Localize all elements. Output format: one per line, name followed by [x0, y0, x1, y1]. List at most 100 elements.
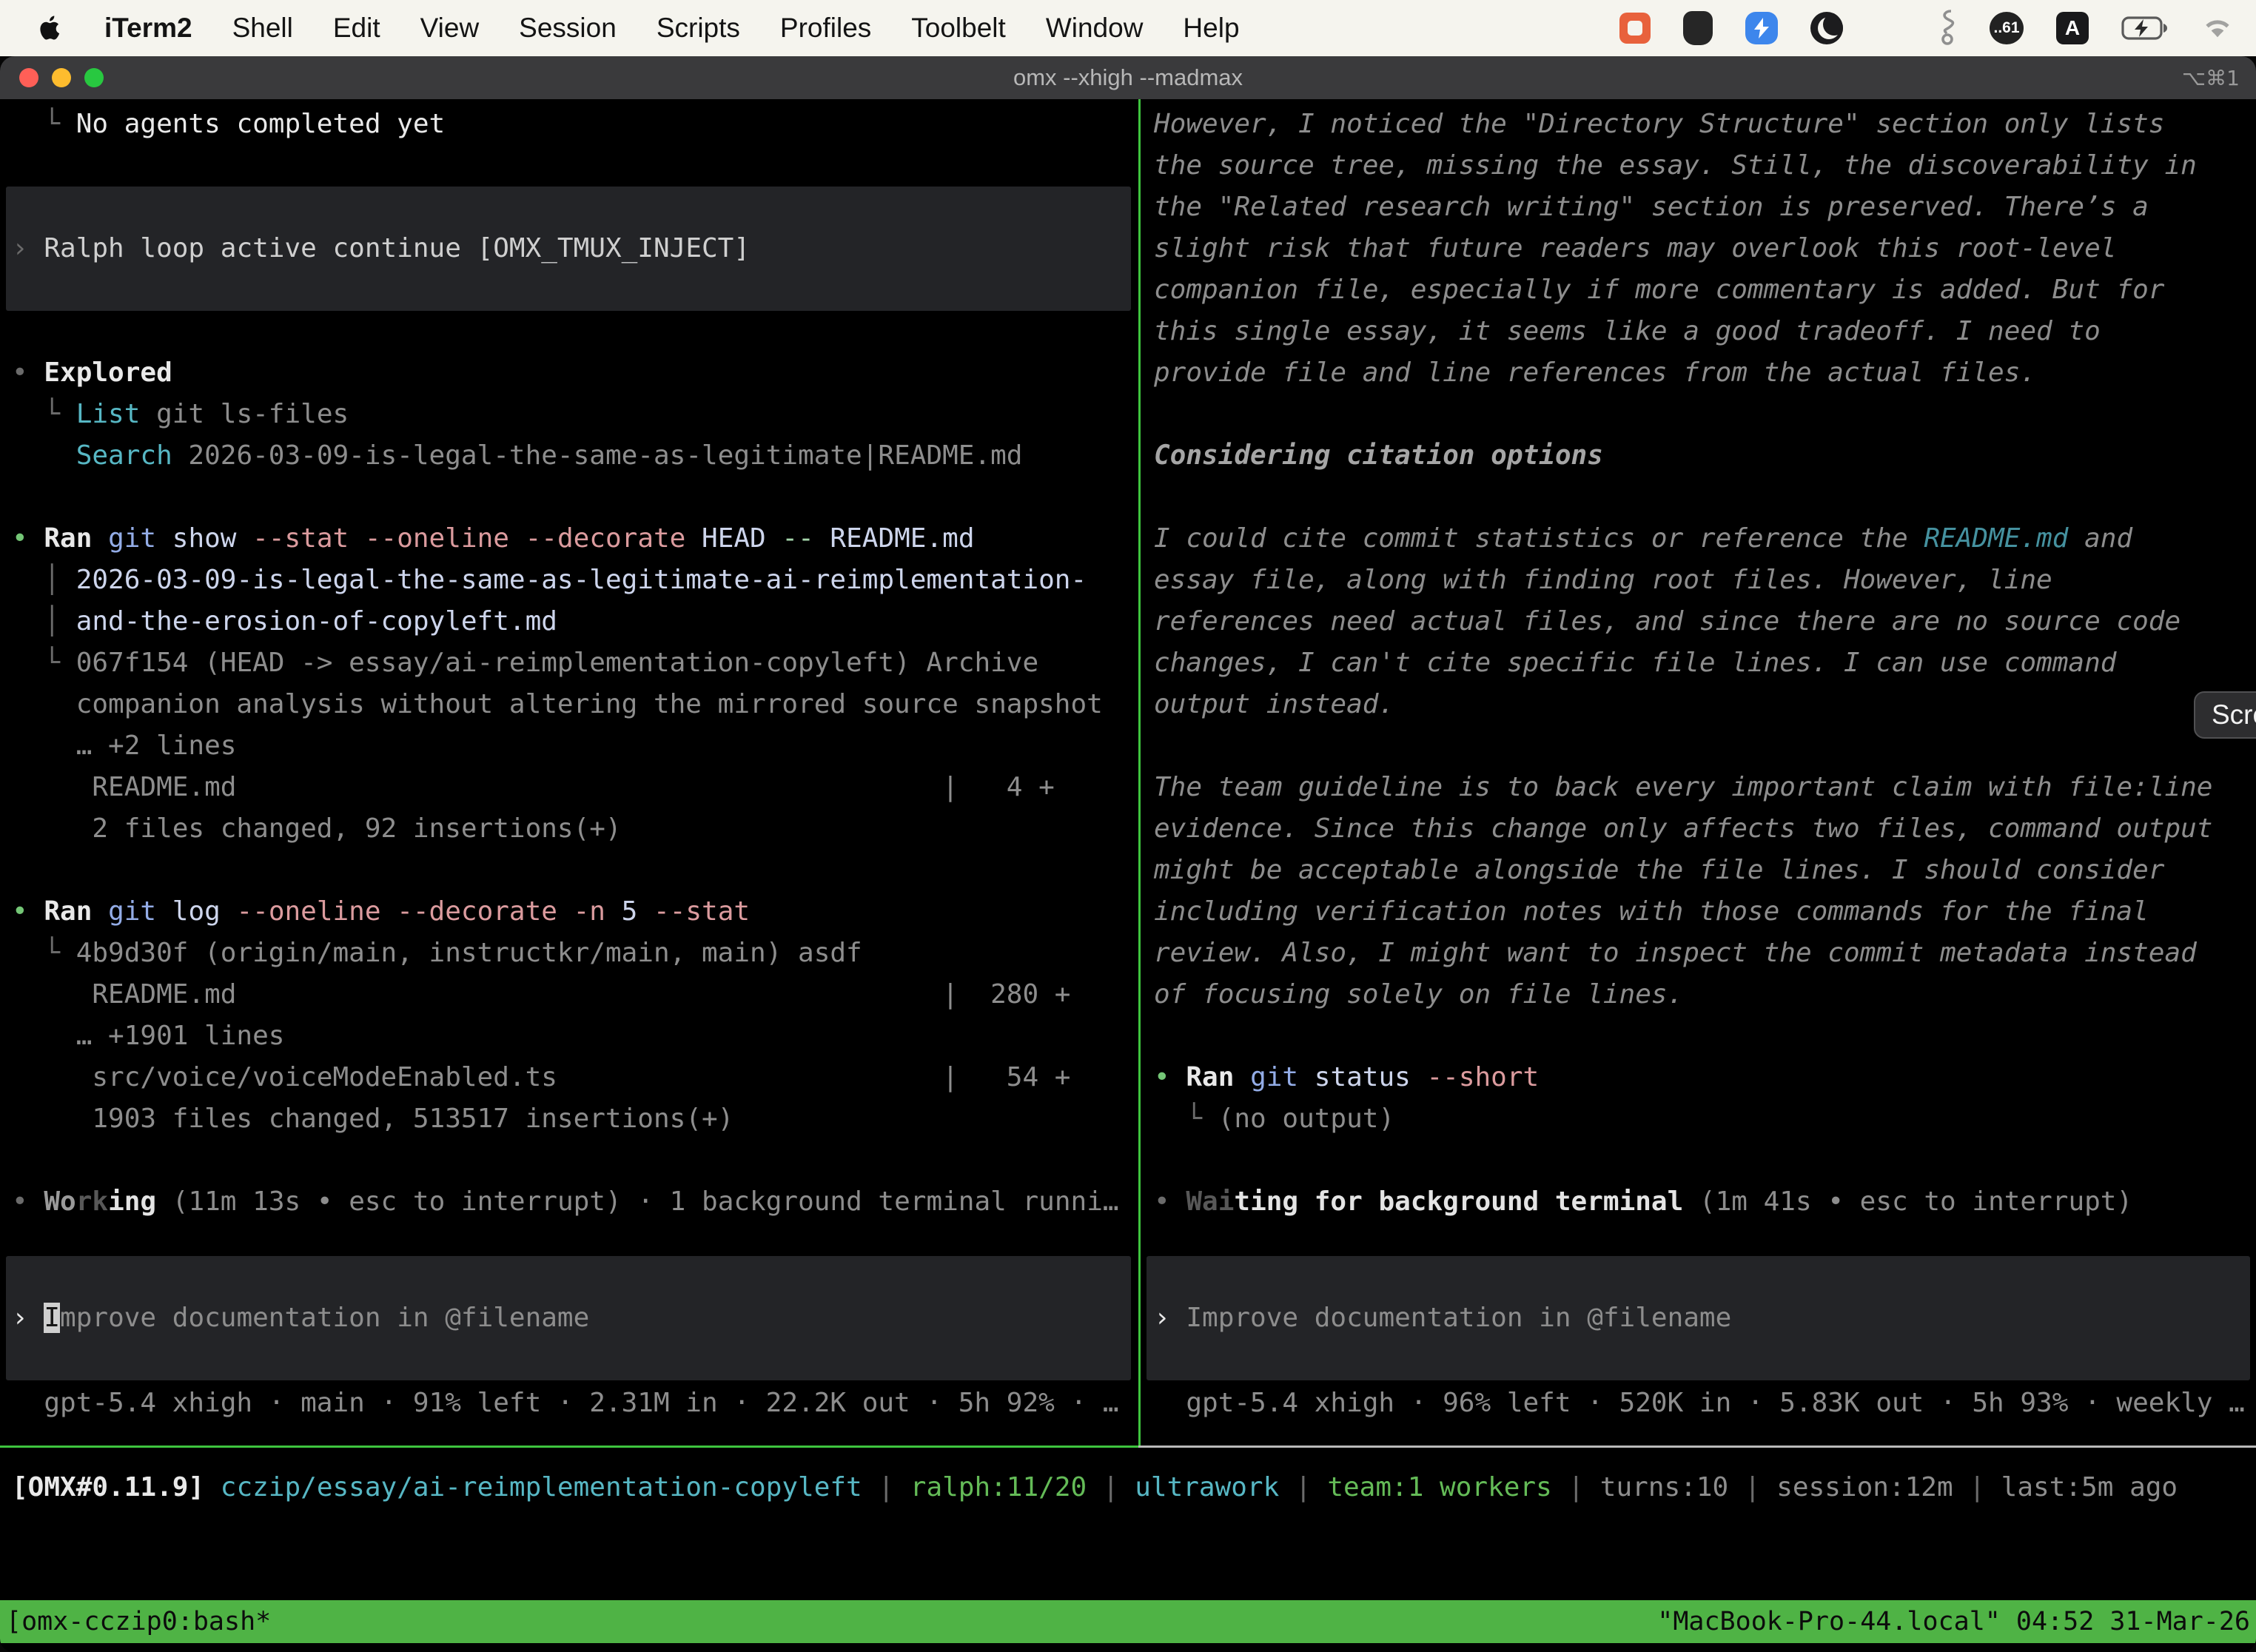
text-segment: status: [1315, 1062, 1427, 1092]
menu-item-profiles[interactable]: Profiles: [760, 13, 891, 44]
text-segment: •: [1154, 1062, 1186, 1092]
text-segment: rk: [76, 1186, 108, 1217]
text-segment: Ran: [1186, 1062, 1250, 1092]
spacer: [1154, 477, 2256, 518]
menu-item-view[interactable]: View: [400, 13, 500, 44]
prompt-input-right-line: › Improve documentation in @filename: [1154, 1297, 2250, 1339]
text-segment: |: [1728, 1472, 1776, 1502]
text-segment: turns:10: [1600, 1472, 1728, 1502]
left-terminal-pane[interactable]: └ No agents completed yet› Ralph loop ac…: [0, 99, 1138, 1446]
explored-list: └ List git ls-files: [12, 394, 1138, 435]
waiting-status: • Waiting for background terminal (1m 41…: [1154, 1181, 2256, 1223]
text-segment: Ran: [44, 896, 108, 927]
text-segment: |: [1552, 1472, 1600, 1502]
menu-item-scripts[interactable]: Scripts: [637, 13, 760, 44]
screen-tooltip-label: Scre: [2212, 699, 2256, 731]
text-segment: ›: [12, 233, 44, 263]
right-terminal-pane[interactable]: However, I noticed the "Directory Struct…: [1141, 99, 2256, 1446]
git-show-output: … +2 lines: [12, 725, 1138, 767]
screen-tooltip: Scre: [2194, 691, 2256, 739]
spacer: [1154, 394, 2256, 435]
window-title: omx --xhigh --madmax: [0, 64, 2256, 91]
reasoning-text: references need actual files, and since …: [1154, 601, 2256, 642]
prompt-input-left[interactable]: › Improve documentation in @filename: [6, 1256, 1131, 1380]
tmux-session-label: [omx-cczip0:bash*: [6, 1607, 271, 1636]
titlebar[interactable]: omx --xhigh --madmax ⌥⌘1: [0, 56, 2256, 99]
text-segment: -n: [574, 896, 622, 927]
text-segment: |: [1279, 1472, 1327, 1502]
text-segment: └: [12, 399, 76, 429]
text-segment: ›: [12, 1303, 44, 1333]
git-status-output: └ (no output): [1154, 1098, 2256, 1140]
text-segment: 2026-03-09-is-legal-the-same-as-legitima…: [76, 565, 1087, 595]
text-segment: session:12m: [1776, 1472, 1953, 1502]
text-segment: •: [12, 357, 44, 388]
text-segment: README.md | 280 +: [12, 979, 1070, 1010]
ralph-loop-banner-line: › Ralph loop active continue [OMX_TMUX_I…: [12, 228, 1131, 269]
text-segment: └: [12, 109, 76, 139]
text-segment: companion file, especially if more comme…: [1154, 275, 2164, 305]
reasoning-text: The team guideline is to back every impo…: [1154, 767, 2256, 808]
text-segment: last:5m ago: [2001, 1472, 2178, 1502]
text-segment: essay file, along with finding root file…: [1154, 565, 2052, 595]
text-segment: README.md: [830, 523, 974, 554]
git-log-output: 1903 files changed, 513517 insertions(+): [12, 1098, 1138, 1140]
squiggle-icon[interactable]: [1938, 10, 1957, 47]
apple-menu-icon[interactable]: [36, 11, 65, 45]
dots-grid-icon[interactable]: [1876, 13, 1905, 43]
blue-badge-icon[interactable]: [1745, 12, 1778, 44]
text-segment: src/voice/voiceModeEnabled.ts | 54 +: [12, 1062, 1070, 1092]
text-segment: --stat: [654, 896, 750, 927]
text-segment: … +2 lines: [12, 731, 236, 761]
chat-app-icon[interactable]: [1619, 13, 1651, 44]
iterm-window: omx --xhigh --madmax ⌥⌘1 └ No agents com…: [0, 56, 2256, 1652]
menu-item-toolbelt[interactable]: Toolbelt: [891, 13, 1026, 44]
text-segment: 5: [622, 896, 654, 927]
git-log-output: … +1901 lines: [12, 1015, 1138, 1057]
text-segment: git: [108, 523, 172, 554]
text-segment: --oneline --decorate: [236, 896, 573, 927]
text-segment: ›: [1154, 1303, 1186, 1333]
menu-item-edit[interactable]: Edit: [313, 13, 400, 44]
ralph-loop-banner[interactable]: › Ralph loop active continue [OMX_TMUX_I…: [6, 187, 1131, 311]
text-segment: Ran: [44, 523, 108, 554]
text-segment: Ralph loop active continue [OMX_TMUX_INJ…: [44, 233, 750, 263]
text-segment: [12, 440, 76, 471]
text-segment: git ls-files: [140, 399, 349, 429]
spacer: [12, 145, 1138, 187]
model-status-right: gpt-5.4 xhigh · 96% left · 520K in · 5.8…: [1154, 1383, 2256, 1424]
text-segment: I could cite commit statistics or refere…: [1154, 523, 1924, 554]
menu-item-session[interactable]: Session: [499, 13, 637, 44]
menu-items: iTerm2ShellEditViewSessionScriptsProfile…: [84, 13, 1260, 44]
text-segment: Improve documentation in @filename: [1186, 1303, 1731, 1333]
text-segment: (no output): [1218, 1104, 1394, 1134]
battery-icon[interactable]: [2121, 16, 2169, 40]
moon-app-icon[interactable]: [1810, 12, 1843, 44]
text-segment: Explored: [44, 357, 172, 388]
reasoning-text: output instead.: [1154, 684, 2256, 725]
text-segment: Wai: [1186, 1186, 1234, 1217]
menu-item-help[interactable]: Help: [1163, 13, 1259, 44]
reasoning-text: provide file and line references from th…: [1154, 352, 2256, 394]
prompt-input-right[interactable]: › Improve documentation in @filename: [1147, 1256, 2250, 1380]
counter-badge-icon[interactable]: ..61: [1990, 12, 2024, 44]
menu-item-shell[interactable]: Shell: [212, 13, 313, 44]
letter-a-app-icon[interactable]: A: [2056, 12, 2089, 44]
text-segment: --stat --oneline --decorate: [252, 523, 702, 554]
text-segment: including verification notes with those …: [1154, 896, 2149, 927]
git-show-output: companion analysis without altering the …: [12, 684, 1138, 725]
wifi-icon[interactable]: [2201, 16, 2234, 41]
text-segment: team:1 workers: [1327, 1472, 1551, 1502]
spacer: [12, 477, 1138, 518]
menu-item-window[interactable]: Window: [1026, 13, 1164, 44]
text-segment: |: [1953, 1472, 2001, 1502]
git-log-output: └ 4b9d30f (origin/main, instructkr/main,…: [12, 933, 1138, 974]
keypad-app-icon[interactable]: [1683, 11, 1713, 45]
reasoning-text: evidence. Since this change only affects…: [1154, 808, 2256, 850]
command-wrap: │ and-the-erosion-of-copyleft.md: [12, 601, 1138, 642]
omx-status-line: [OMX#0.11.9] cczip/essay/ai-reimplementa…: [12, 1467, 2256, 1508]
text-segment: ralph:11/20: [910, 1472, 1087, 1502]
text-segment: README.md: [1924, 523, 2068, 554]
text-segment: … +1901 lines: [12, 1021, 284, 1051]
menu-item-iterm2[interactable]: iTerm2: [84, 13, 212, 44]
